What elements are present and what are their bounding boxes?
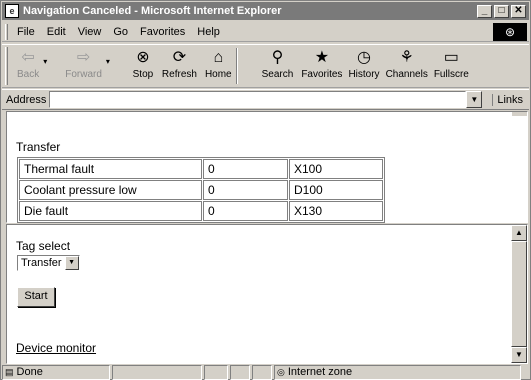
toolbar-label: Channels bbox=[385, 69, 428, 80]
status-pane bbox=[204, 365, 228, 380]
refresh-icon: ⟳ bbox=[172, 49, 187, 66]
forward-arrow-icon: ⇨ bbox=[76, 49, 91, 66]
globe-icon: ◎ bbox=[277, 367, 285, 377]
fault-table: Thermal fault 0 X100 Coolant pressure lo… bbox=[17, 157, 385, 223]
status-bar: ▤ Done ◎ Internet zone bbox=[2, 365, 529, 380]
bottom-frame: Tag select Transfer ▼ Start Device monit… bbox=[6, 224, 528, 364]
title-bar: e Navigation Canceled - Microsoft Intern… bbox=[2, 2, 529, 20]
address-bar: Address ▼ Links bbox=[2, 89, 529, 110]
fault-value-cell: 0 bbox=[203, 180, 288, 200]
maximize-button[interactable]: □ bbox=[494, 4, 509, 18]
fault-name-cell: Die fault bbox=[19, 201, 202, 221]
chevron-down-icon[interactable]: ▼ bbox=[64, 256, 79, 270]
address-input[interactable] bbox=[49, 91, 467, 108]
stop-icon: ⊗ bbox=[136, 49, 150, 66]
window-title: Navigation Canceled - Microsoft Internet… bbox=[23, 5, 282, 17]
menu-grip[interactable] bbox=[5, 23, 8, 40]
menu-go[interactable]: Go bbox=[107, 26, 134, 38]
toolbar-label: Favorites bbox=[301, 69, 343, 80]
top-frame-scrollbar-stub[interactable] bbox=[512, 112, 527, 116]
tag-select-label: Tag select bbox=[16, 239, 71, 253]
toolbar-label: Fullscre bbox=[433, 69, 469, 80]
history-button[interactable]: ◷ History bbox=[348, 45, 379, 87]
vertical-scrollbar[interactable]: ▲ ▼ bbox=[511, 225, 527, 363]
top-frame: Transfer Thermal fault 0 X100 Coolant pr… bbox=[6, 111, 528, 223]
address-dropdown-icon[interactable]: ▼ bbox=[466, 91, 483, 108]
scroll-thumb[interactable] bbox=[511, 241, 527, 347]
toolbar-label: Home bbox=[204, 69, 232, 80]
forward-button[interactable]: ⇨ Forward bbox=[65, 45, 102, 87]
menu-favorites[interactable]: Favorites bbox=[134, 26, 191, 38]
zone-text: Internet zone bbox=[287, 366, 353, 378]
back-button[interactable]: ⇦ Back bbox=[17, 45, 39, 87]
back-arrow-icon: ⇦ bbox=[21, 49, 35, 66]
device-monitor-link[interactable]: Device monitor bbox=[16, 341, 96, 355]
table-row: Die fault 0 X130 bbox=[19, 201, 383, 221]
toolbar-label: Stop bbox=[132, 69, 154, 80]
tag-select-dropdown[interactable]: Transfer ▼ bbox=[17, 255, 80, 271]
fault-value-cell: 0 bbox=[203, 201, 288, 221]
menu-bar: File Edit View Go Favorites Help ⊛ bbox=[2, 22, 529, 42]
toolbar-label: Search bbox=[261, 69, 294, 80]
minimize-button[interactable]: _ bbox=[477, 4, 492, 18]
menu-file[interactable]: File bbox=[11, 26, 41, 38]
chevron-down-icon[interactable]: ▾ bbox=[39, 45, 51, 66]
favorites-button[interactable]: ★ Favorites bbox=[301, 45, 342, 87]
table-row: Coolant pressure low 0 D100 bbox=[19, 180, 383, 200]
history-icon: ◷ bbox=[357, 49, 371, 66]
channels-button[interactable]: ⚘ Channels bbox=[386, 45, 428, 87]
browser-window: e Navigation Canceled - Microsoft Intern… bbox=[0, 0, 531, 380]
table-row: Thermal fault 0 X100 bbox=[19, 159, 383, 179]
menu-edit[interactable]: Edit bbox=[41, 26, 72, 38]
fault-address-cell: X130 bbox=[289, 201, 383, 221]
transfer-title: Transfer bbox=[16, 140, 61, 154]
toolbar-separator bbox=[235, 48, 238, 84]
menu-view[interactable]: View bbox=[72, 26, 108, 38]
favorites-icon: ★ bbox=[314, 49, 330, 66]
toolbar-label: Back bbox=[17, 69, 40, 80]
toolbar-label: History bbox=[348, 69, 380, 80]
standard-toolbar: ⇦ Back ▾ ⇨ Forward ▾ ⊗ Stop ⟳ Refresh ⌂ Home ⚲ Search… bbox=[2, 44, 529, 88]
ie-throbber-logo-icon: ⊛ bbox=[493, 23, 527, 41]
address-label: Address bbox=[6, 93, 47, 106]
status-text-pane: ▤ Done bbox=[2, 365, 110, 380]
status-text: Done bbox=[16, 366, 43, 378]
refresh-button[interactable]: ⟳ Refresh bbox=[162, 45, 197, 87]
close-button[interactable]: ✕ bbox=[511, 4, 526, 18]
scroll-up-icon[interactable]: ▲ bbox=[511, 225, 527, 241]
start-button[interactable]: Start bbox=[17, 287, 55, 307]
fullscre-button[interactable]: ▭ Fullscre bbox=[434, 45, 469, 87]
chevron-down-icon[interactable]: ▾ bbox=[102, 45, 114, 66]
home-icon: ⌂ bbox=[213, 49, 224, 66]
status-pane bbox=[252, 365, 272, 380]
tag-select-value[interactable]: Transfer bbox=[18, 256, 65, 270]
search-button[interactable]: ⚲ Search bbox=[262, 45, 294, 87]
links-button[interactable]: Links bbox=[492, 93, 523, 106]
search-icon: ⚲ bbox=[271, 49, 284, 66]
status-pane bbox=[230, 365, 250, 380]
stop-button[interactable]: ⊗ Stop bbox=[132, 45, 154, 87]
fault-address-cell: X100 bbox=[289, 159, 383, 179]
channels-icon: ⚘ bbox=[399, 49, 414, 66]
scroll-down-icon[interactable]: ▼ bbox=[511, 347, 527, 363]
fault-name-cell: Thermal fault bbox=[19, 159, 202, 179]
toolbar-label: Forward bbox=[65, 69, 102, 80]
zone-pane: ◎ Internet zone bbox=[274, 365, 521, 380]
fault-value-cell: 0 bbox=[203, 159, 288, 179]
menu-help[interactable]: Help bbox=[191, 26, 226, 38]
fault-address-cell: D100 bbox=[289, 180, 383, 200]
home-button[interactable]: ⌂ Home bbox=[205, 45, 232, 87]
page-icon: ▤ bbox=[5, 367, 14, 377]
toolbar-grip[interactable] bbox=[5, 47, 8, 85]
fullscreen-icon: ▭ bbox=[443, 49, 459, 66]
status-pane bbox=[112, 365, 202, 380]
ie-app-icon[interactable]: e bbox=[5, 4, 19, 18]
fault-name-cell: Coolant pressure low bbox=[19, 180, 202, 200]
toolbar-label: Refresh bbox=[161, 69, 197, 80]
